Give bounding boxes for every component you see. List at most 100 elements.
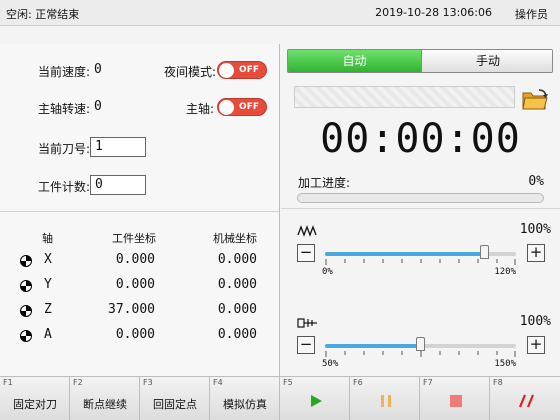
axis-select-icon[interactable] [20,280,32,292]
work-coordinate: 0.000 [115,252,155,267]
f5-start-button[interactable]: F5 [280,377,350,420]
feed-slider-thumb[interactable] [479,245,489,259]
left-panel: 当前速度: 0 夜间模式: OFF 主轴转速: 0 主轴: OFF 当前刀号: … [0,44,280,376]
spindle-speed-value: 0 [94,99,102,114]
feed-min-label: 0% [322,267,333,277]
f2-resume-breakpoint-button[interactable]: F2 断点继续 [70,377,140,420]
progress-bar [297,193,544,203]
spindle-toggle[interactable]: OFF [217,98,267,116]
divider [281,208,560,209]
feed-decrease-button[interactable]: − [297,244,315,262]
axis-name: X [44,252,52,267]
f4-simulation-button[interactable]: F4 模拟仿真 [210,377,280,420]
work-coordinate: 37.000 [108,302,155,317]
emergency-icon [519,394,535,408]
feed-slider-fill [325,252,485,256]
spindle-decrease-button[interactable]: − [297,336,315,354]
f8-emergency-stop-button[interactable]: F8 [490,377,560,420]
stop-icon [450,395,462,407]
spindle-override: 100% − 50% 150% + [281,312,560,372]
f6-pause-button[interactable]: F6 [350,377,420,420]
work-coordinate: 0.000 [115,277,155,292]
machine-status: 空闲: 正常结束 [6,8,80,21]
machine-coordinate: 0.000 [217,302,257,317]
f3-return-fixed-point-button[interactable]: F3 回固定点 [140,377,210,420]
spindle-min-label: 50% [322,359,339,369]
axis-row-y[interactable]: Y 0.000 0.000 [0,275,279,299]
spindle-slider-fill [325,344,421,348]
file-path-field[interactable] [294,86,515,108]
slider-ticks [325,351,516,357]
elapsed-timer: 00:00:00 [320,116,521,162]
f7-stop-button[interactable]: F7 [420,377,490,420]
axis-name: Y [44,277,52,292]
slider-ticks [325,259,516,265]
spindle-increase-button[interactable]: + [527,336,545,354]
mode-switch: 自动 手动 [287,49,553,73]
machine-coord-header: 机械坐标 [213,232,257,245]
fkey-number: F2 [73,378,83,387]
night-mode-toggle[interactable]: OFF [217,61,267,79]
fkey-label: 固定对刀 [13,398,57,411]
datetime: 2019-10-28 13:06:06 [375,6,492,19]
function-key-bar: F1 固定对刀 F2 断点继续 F3 回固定点 F4 模拟仿真 F5 F6 F7… [0,376,560,420]
work-coord-header: 工件坐标 [112,232,156,245]
axis-header: 轴 [42,232,53,245]
spindle-speed-label: 主轴转速: [38,102,91,116]
spindle-max-label: 150% [494,359,516,369]
spindle-percent: 100% [519,314,551,329]
feedrate-icon [297,225,317,237]
tab-auto[interactable]: 自动 [288,50,421,72]
axis-row-a[interactable]: A 0.000 0.000 [0,325,279,349]
progress-label: 加工进度: [298,176,351,190]
feed-increase-button[interactable]: + [527,244,545,262]
work-coordinate: 0.000 [115,327,155,342]
pause-icon [381,395,391,407]
fkey-number: F6 [353,378,363,387]
feed-percent: 100% [519,222,551,237]
axis-select-icon[interactable] [20,330,32,342]
axis-row-x[interactable]: X 0.000 0.000 [0,250,279,274]
fkey-label: 回固定点 [153,398,197,411]
axis-select-icon[interactable] [20,305,32,317]
tab-manual[interactable]: 手动 [421,50,552,72]
axis-name: Z [44,302,52,317]
play-icon [311,395,322,407]
tool-number-field[interactable]: 1 [90,137,146,157]
open-folder-icon[interactable] [521,86,551,112]
feed-max-label: 120% [494,267,516,277]
f1-fixed-tool-setting-button[interactable]: F1 固定对刀 [0,377,70,420]
axis-row-z[interactable]: Z 37.000 0.000 [0,300,279,324]
machine-coordinate: 0.000 [217,327,257,342]
fkey-number: F3 [143,378,153,387]
progress-value: 0% [528,174,544,189]
fkey-label: 模拟仿真 [223,398,267,411]
workpiece-count-label: 工件计数: [38,180,91,194]
fkey-number: F1 [3,378,13,387]
workpiece-count-field[interactable]: 0 [90,175,146,195]
toggle-state: OFF [239,65,259,75]
fkey-number: F5 [283,378,293,387]
machine-coordinate: 0.000 [217,277,257,292]
fkey-number: F4 [213,378,223,387]
operator-button[interactable]: 操作员 [515,6,548,22]
feed-override: 100% − 0% 120% + [281,220,560,280]
divider [0,211,279,212]
spindle-switch-label: 主轴: [186,102,215,116]
spindle-icon [297,318,317,328]
fkey-number: F8 [493,378,503,387]
axis-select-icon[interactable] [20,255,32,267]
toggle-knob [219,63,234,78]
fkey-label: 断点继续 [83,398,127,411]
night-mode-label: 夜间模式: [164,65,217,79]
right-panel: 自动 手动 00:00:00 加工进度: 0% 100% − 0% 120% +… [281,44,560,376]
toggle-state: OFF [239,102,259,112]
axis-name: A [44,327,52,342]
spindle-slider-thumb[interactable] [416,337,425,351]
tool-number-label: 当前刀号: [38,142,91,156]
status-bar: 空闲: 正常结束 2019-10-28 13:06:06 操作员 [0,0,560,26]
speed-label: 当前速度: [38,65,91,79]
speed-value: 0 [94,62,102,77]
fkey-number: F7 [423,378,433,387]
machine-coordinate: 0.000 [217,252,257,267]
